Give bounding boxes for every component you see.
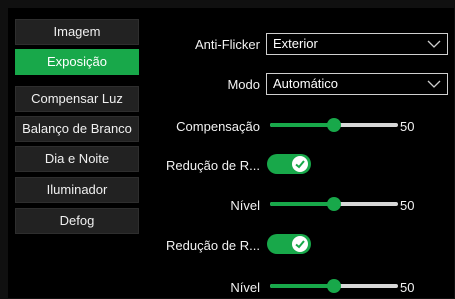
- reduction-2-toggle[interactable]: [267, 234, 311, 254]
- sidebar-item-defog[interactable]: Defog: [15, 208, 139, 234]
- compensation-value: 50: [400, 119, 415, 134]
- compensation-slider[interactable]: [270, 118, 398, 132]
- chevron-down-icon: [427, 80, 441, 88]
- sidebar-item-balanco-de-branco[interactable]: Balanço de Branco: [15, 116, 139, 142]
- reduction-1-toggle[interactable]: [267, 154, 311, 174]
- slider-thumb[interactable]: [327, 197, 341, 211]
- level-2-label: Nível: [230, 280, 260, 295]
- sidebar-item-imagem[interactable]: Imagem: [15, 19, 139, 45]
- slider-thumb[interactable]: [327, 118, 341, 132]
- reduction-1-label: Redução de R...: [166, 158, 260, 173]
- sidebar-item-exposicao[interactable]: Exposição: [15, 49, 139, 75]
- level-1-label: Nível: [230, 198, 260, 213]
- sidebar-item-compensar-luz[interactable]: Compensar Luz: [15, 86, 139, 112]
- sidebar-item-dia-e-noite[interactable]: Dia e Noite: [15, 146, 139, 172]
- compensation-label: Compensação: [176, 119, 260, 134]
- level-2-slider[interactable]: [270, 279, 398, 293]
- mode-label: Modo: [227, 77, 260, 92]
- anti-flicker-value: Exterior: [273, 36, 318, 51]
- sidebar-item-iluminador[interactable]: Iluminador: [15, 177, 139, 203]
- check-icon: [295, 240, 305, 249]
- mode-value: Automático: [273, 76, 339, 91]
- anti-flicker-select[interactable]: Exterior: [266, 33, 448, 55]
- level-1-value: 50: [400, 198, 415, 213]
- chevron-down-icon: [427, 40, 441, 48]
- slider-thumb[interactable]: [327, 279, 341, 293]
- mode-select[interactable]: Automático: [266, 73, 448, 95]
- level-2-value: 50: [400, 280, 415, 295]
- anti-flicker-label: Anti-Flicker: [194, 37, 260, 52]
- level-1-slider[interactable]: [270, 197, 398, 211]
- reduction-2-label: Redução de R...: [166, 238, 260, 253]
- check-icon: [295, 160, 305, 169]
